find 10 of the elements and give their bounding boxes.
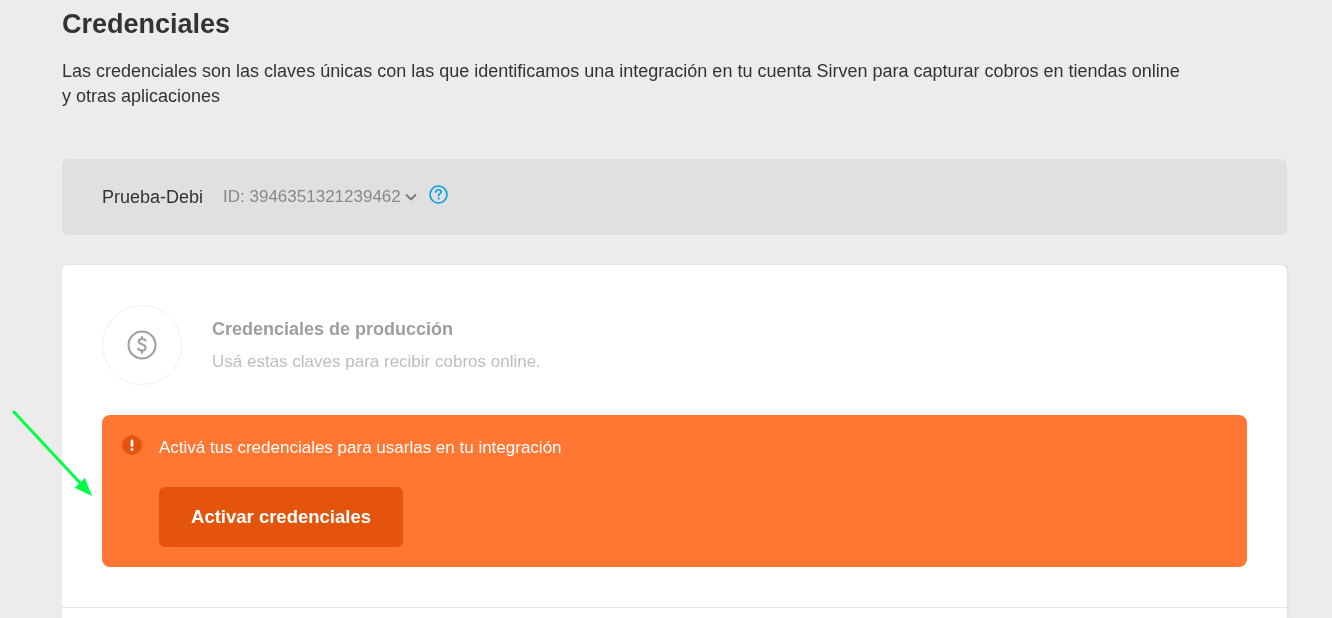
activate-credentials-button[interactable]: Activar credenciales bbox=[159, 487, 403, 547]
account-id-dropdown[interactable]: ID: 3946351321239462 bbox=[223, 184, 417, 210]
card-title: Credenciales de producción bbox=[212, 318, 454, 341]
card-subtitle: Usá estas claves para recibir cobros online. bbox=[212, 351, 541, 373]
help-icon[interactable] bbox=[428, 185, 448, 204]
page-title: Credenciales bbox=[62, 8, 231, 41]
account-name: Prueba-Debi bbox=[102, 185, 204, 209]
exclamation-icon bbox=[122, 435, 142, 455]
page-description: Las credenciales son las claves únicas con las que identificamos una integración en tu cuenta Sirven para capturar cobros en tiendas online y otras aplicaciones bbox=[62, 60, 1181, 108]
alert-message: Activá tus credenciales para usarlas en tu integración bbox=[159, 437, 562, 459]
